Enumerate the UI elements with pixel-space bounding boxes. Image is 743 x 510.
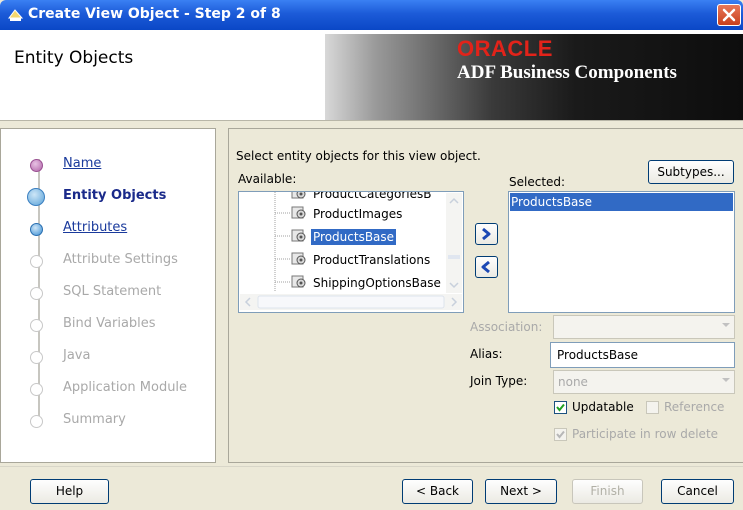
add-entity-button[interactable]	[475, 223, 498, 245]
participate-checkbox	[554, 428, 567, 441]
step-attribute-settings: Attribute Settings	[30, 251, 215, 271]
step-entity-objects: Entity Objects	[27, 187, 215, 207]
join-type-label: Join Type:	[470, 374, 528, 388]
back-button[interactable]: < Back	[402, 479, 473, 504]
step-disabled-icon	[30, 287, 43, 300]
alias-field[interactable]: ProductsBase	[550, 342, 735, 368]
tree-item-selected[interactable]: ProductsBase	[291, 227, 397, 247]
cancel-button[interactable]: Cancel	[661, 479, 734, 504]
step-java: Java	[30, 347, 215, 367]
tree-item-label: ProductsBase	[311, 228, 397, 245]
join-type-value: none	[558, 375, 588, 389]
entity-object-icon	[291, 192, 307, 203]
list-item[interactable]: ProductsBase	[510, 193, 733, 211]
entity-object-icon	[291, 227, 307, 246]
step-sql-statement: SQL Statement	[30, 283, 215, 303]
step-label: Name	[63, 156, 102, 171]
step-label: Summary	[63, 412, 126, 427]
entity-object-icon	[291, 204, 307, 223]
tree-item-label: ShippingOptionsBase	[313, 275, 441, 290]
tree-item-label: ProductImages	[313, 206, 403, 221]
alias-label: Alias:	[470, 347, 503, 361]
checkmark-icon	[556, 403, 565, 412]
reference-label: Reference	[664, 400, 725, 414]
oracle-logo: ORACLE	[457, 36, 553, 61]
close-icon	[722, 8, 736, 22]
instruction-text: Select entity objects for this view obje…	[236, 149, 481, 163]
selected-label: Selected:	[509, 175, 566, 189]
tree-item-label: ProductTranslations	[313, 252, 431, 267]
subtypes-button[interactable]: Subtypes...	[648, 160, 734, 184]
chevron-down-icon	[722, 323, 730, 327]
reference-checkbox	[646, 401, 659, 414]
updatable-checkbox[interactable]	[554, 401, 567, 414]
step-label: Application Module	[63, 380, 188, 395]
scrollbar-arrows	[244, 295, 458, 309]
tree-item[interactable]: ProductImages	[291, 204, 404, 224]
updatable-label: Updatable	[572, 400, 634, 414]
step-next-icon	[30, 223, 43, 236]
step-label: SQL Statement	[63, 284, 162, 299]
help-button[interactable]: Help	[30, 479, 109, 504]
tree-item[interactable]: ProductCategoriesB	[291, 191, 433, 204]
step-attributes[interactable]: Attributes	[30, 219, 215, 239]
chevron-left-icon	[481, 260, 490, 274]
step-label: Bind Variables	[63, 316, 156, 331]
step-label: Java	[63, 348, 91, 363]
entity-object-icon	[291, 273, 307, 292]
association-label: Association:	[470, 320, 543, 334]
step-disabled-icon	[30, 383, 43, 396]
close-button[interactable]	[717, 4, 741, 26]
entity-object-icon	[291, 250, 307, 269]
remove-entity-button[interactable]	[475, 256, 498, 278]
next-button[interactable]: Next >	[485, 479, 557, 504]
window-title: Create View Object - Step 2 of 8	[28, 6, 281, 22]
footer-divider	[0, 466, 743, 467]
scrollbar-arrows	[448, 197, 460, 289]
step-disabled-icon	[30, 415, 43, 428]
participate-label: Participate in row delete	[572, 427, 719, 441]
checkmark-icon	[556, 430, 565, 439]
selected-entities-list[interactable]: ProductsBase	[508, 191, 735, 313]
step-bind-variables: Bind Variables	[30, 315, 215, 335]
product-name: ADF Business Components	[457, 62, 677, 83]
step-visited-icon	[30, 159, 43, 172]
available-label: Available:	[238, 172, 297, 186]
tree-item[interactable]: ProductTranslations	[291, 250, 432, 270]
wizard-app-icon	[7, 6, 24, 23]
step-label: Attribute Settings	[63, 252, 178, 267]
step-application-module: Application Module	[30, 379, 215, 399]
tree-vertical-scrollbar[interactable]	[446, 193, 462, 293]
step-current-icon	[27, 188, 45, 206]
tree-item-label: ProductCategoriesB	[313, 191, 432, 201]
step-label: Attributes	[63, 220, 128, 235]
step-summary: Summary	[30, 411, 215, 431]
finish-button: Finish	[572, 479, 643, 504]
chevron-right-icon	[482, 227, 491, 241]
step-disabled-icon	[30, 255, 43, 268]
join-type-select: none	[553, 370, 735, 394]
step-name[interactable]: Name	[30, 155, 215, 175]
association-select	[553, 315, 735, 339]
chevron-down-icon	[722, 378, 730, 382]
step-disabled-icon	[30, 351, 43, 364]
step-label: Entity Objects	[63, 188, 167, 203]
tree-horizontal-scrollbar[interactable]	[240, 294, 462, 310]
tree-item[interactable]: ShippingOptionsBase	[291, 273, 443, 293]
step-disabled-icon	[30, 319, 43, 332]
page-title: Entity Objects	[14, 48, 134, 68]
